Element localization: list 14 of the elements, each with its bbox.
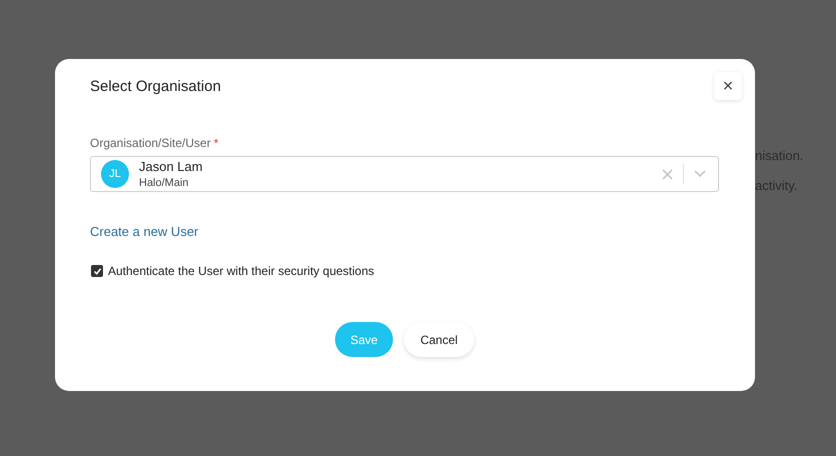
cancel-button[interactable]: Cancel: [404, 322, 474, 357]
selected-user-name: Jason Lam: [139, 158, 204, 174]
create-user-link[interactable]: Create a new User: [90, 224, 198, 239]
user-select[interactable]: JL Jason Lam Halo/Main: [90, 156, 719, 192]
checkbox[interactable]: [91, 265, 103, 277]
field-label: Organisation/Site/User: [90, 136, 211, 150]
checkbox-label: Authenticate the User with their security questions: [108, 264, 374, 278]
clear-icon[interactable]: [662, 168, 673, 180]
dialog-title: Select Organisation: [90, 78, 221, 94]
avatar: JL: [101, 160, 129, 188]
required-mark: *: [214, 136, 218, 150]
selected-user-site: Halo/Main: [139, 176, 190, 190]
chevron-down-icon[interactable]: [694, 170, 706, 178]
close-button[interactable]: ×: [714, 72, 742, 100]
